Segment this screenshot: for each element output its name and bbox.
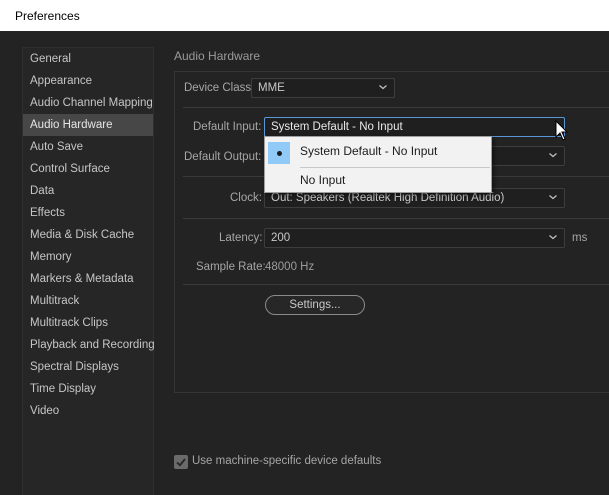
chevron-down-icon bbox=[548, 192, 558, 202]
sidebar: General Appearance Audio Channel Mapping… bbox=[22, 47, 155, 495]
latency-unit: ms bbox=[572, 232, 588, 244]
default-input-dropdown: System Default - No Input No Input bbox=[264, 136, 492, 193]
sidebar-item-markers-metadata[interactable]: Markers & Metadata bbox=[23, 268, 153, 290]
latency-select[interactable]: 200 bbox=[264, 228, 565, 248]
default-output-label: Default Output: bbox=[184, 151, 262, 163]
sidebar-item-data[interactable]: Data bbox=[23, 180, 153, 202]
default-input-select[interactable]: System Default - No Input bbox=[264, 117, 565, 137]
sample-rate-label: Sample Rate: bbox=[196, 261, 266, 273]
sample-rate-value: 48000 Hz bbox=[265, 261, 315, 273]
selection-highlight bbox=[268, 142, 290, 164]
dropdown-option-system-default[interactable]: System Default - No Input bbox=[265, 139, 491, 164]
chevron-down-icon bbox=[548, 150, 558, 160]
divider bbox=[183, 218, 609, 219]
sidebar-item-spectral-displays[interactable]: Spectral Displays bbox=[23, 356, 153, 378]
latency-value: 200 bbox=[271, 232, 291, 244]
device-class-select[interactable]: MME bbox=[251, 78, 395, 98]
divider bbox=[183, 107, 609, 108]
sidebar-item-appearance[interactable]: Appearance bbox=[23, 70, 153, 92]
dropdown-option-no-input[interactable]: No Input bbox=[265, 168, 491, 193]
sidebar-item-auto-save[interactable]: Auto Save bbox=[23, 136, 153, 158]
sidebar-item-multitrack[interactable]: Multitrack bbox=[23, 290, 153, 312]
device-class-value: MME bbox=[258, 82, 285, 94]
mouse-cursor-icon bbox=[555, 119, 569, 142]
dropdown-option-label: No Input bbox=[300, 173, 346, 187]
sidebar-item-playback-recording[interactable]: Playback and Recording bbox=[23, 334, 155, 356]
device-class-label: Device Class: bbox=[184, 82, 255, 94]
sidebar-item-control-surface[interactable]: Control Surface bbox=[23, 158, 153, 180]
sidebar-item-general[interactable]: General bbox=[23, 48, 153, 70]
sidebar-item-multitrack-clips[interactable]: Multitrack Clips bbox=[23, 312, 153, 334]
sidebar-item-memory[interactable]: Memory bbox=[23, 246, 153, 268]
divider bbox=[183, 284, 609, 285]
sidebar-item-effects[interactable]: Effects bbox=[23, 202, 153, 224]
latency-label: Latency: bbox=[219, 232, 263, 244]
chevron-down-icon bbox=[548, 232, 558, 242]
sidebar-item-video[interactable]: Video bbox=[23, 400, 153, 422]
sidebar-item-time-display[interactable]: Time Display bbox=[23, 378, 153, 400]
chevron-down-icon bbox=[378, 82, 388, 92]
default-input-value: System Default - No Input bbox=[271, 121, 403, 133]
window-title: Preferences bbox=[15, 9, 80, 23]
title-bar: Preferences bbox=[0, 0, 609, 31]
bullet-icon bbox=[277, 151, 282, 156]
sidebar-item-audio-hardware[interactable]: Audio Hardware bbox=[23, 114, 153, 136]
machine-defaults-checkbox[interactable] bbox=[174, 455, 188, 469]
sidebar-item-media-disk-cache[interactable]: Media & Disk Cache bbox=[23, 224, 153, 246]
clock-label: Clock: bbox=[230, 192, 262, 204]
sidebar-item-audio-channel-mapping[interactable]: Audio Channel Mapping bbox=[23, 92, 153, 114]
checkmark-icon bbox=[176, 458, 186, 467]
settings-button[interactable]: Settings... bbox=[265, 295, 365, 315]
machine-defaults-label: Use machine-specific device defaults bbox=[192, 455, 382, 467]
clock-value: Out: Speakers (Realtek High Definition A… bbox=[271, 192, 505, 204]
section-title: Audio Hardware bbox=[174, 49, 261, 63]
dropdown-option-label: System Default - No Input bbox=[300, 144, 438, 158]
default-input-label: Default Input: bbox=[193, 121, 262, 133]
